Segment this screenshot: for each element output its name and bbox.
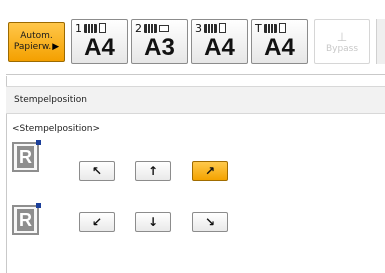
bypass-tray-icon: ⊥ [336,29,348,44]
tray-number: 2 [135,21,142,35]
play-arrow-icon: ▶ [52,42,60,52]
stamp-preview-letter: R [17,209,34,231]
auto-paper-select-label-2: Papierw. [13,42,52,52]
paper-portrait-icon [278,23,286,33]
stamp-position-top-center-button[interactable]: ↑ [135,161,171,181]
stamp-position-bottom-center-button[interactable]: ↓ [135,212,171,232]
auto-paper-select-button[interactable]: Autom. Papierw. ▶ [8,22,65,62]
paper-portrait-icon [219,23,226,33]
bypass-tray-button[interactable]: ⊥ Bypass [314,19,370,64]
stamp-position-top-right-button[interactable]: ↗ [192,161,228,181]
tray-2-button[interactable]: 2 A3 [131,19,188,64]
arrow-up-left-icon: ↖ [91,164,103,178]
stamp-position-bottom-left-button[interactable]: ↙ [79,212,115,232]
paper-tray-icon [84,23,97,33]
auto-paper-select-label-1: Autom. [20,31,53,41]
tray-t-button[interactable]: T A4 [251,19,308,64]
tray-scroll-edge [376,19,385,64]
tray-paper-size: A4 [204,34,235,61]
paper-tray-bar: Autom. Papierw. ▶ 1 A4 2 A3 3 A4 T A4 ⊥ … [0,0,385,76]
tray-1-button[interactable]: 1 A4 [71,19,128,64]
paper-portrait-icon [99,23,106,33]
tray-number: 3 [195,21,202,35]
arrow-down-icon: ↓ [147,215,159,229]
stamp-top-preview-icon: R [12,140,41,172]
stamp-mark-icon [36,140,41,145]
arrow-down-left-icon: ↙ [91,215,103,229]
tray-paper-size: A3 [144,34,175,61]
stamp-bottom-preview-icon: R [12,203,41,235]
bypass-tray-label: Bypass [325,43,359,54]
tray-number: 1 [75,21,82,35]
arrow-up-icon: ↑ [147,164,159,178]
section-title: Stempelposition [6,86,385,114]
paper-landscape-icon [159,24,169,32]
stamp-position-bottom-right-button[interactable]: ↘ [192,212,228,232]
stamp-position-top-left-button[interactable]: ↖ [79,161,115,181]
tray-paper-size: A4 [84,34,115,61]
paper-tray-icon [204,23,217,33]
paper-tray-icon [263,23,277,33]
arrow-up-right-icon: ↗ [204,164,216,178]
stamp-position-group-label: <Stempelposition> [12,124,101,134]
stamp-mark-icon [36,203,41,208]
divider [6,74,385,75]
tray-number: T [255,21,262,35]
paper-tray-icon [144,23,157,33]
arrow-down-right-icon: ↘ [204,215,216,229]
stamp-preview-letter: R [17,146,34,168]
tray-3-button[interactable]: 3 A4 [191,19,248,64]
tray-paper-size: A4 [264,34,295,61]
